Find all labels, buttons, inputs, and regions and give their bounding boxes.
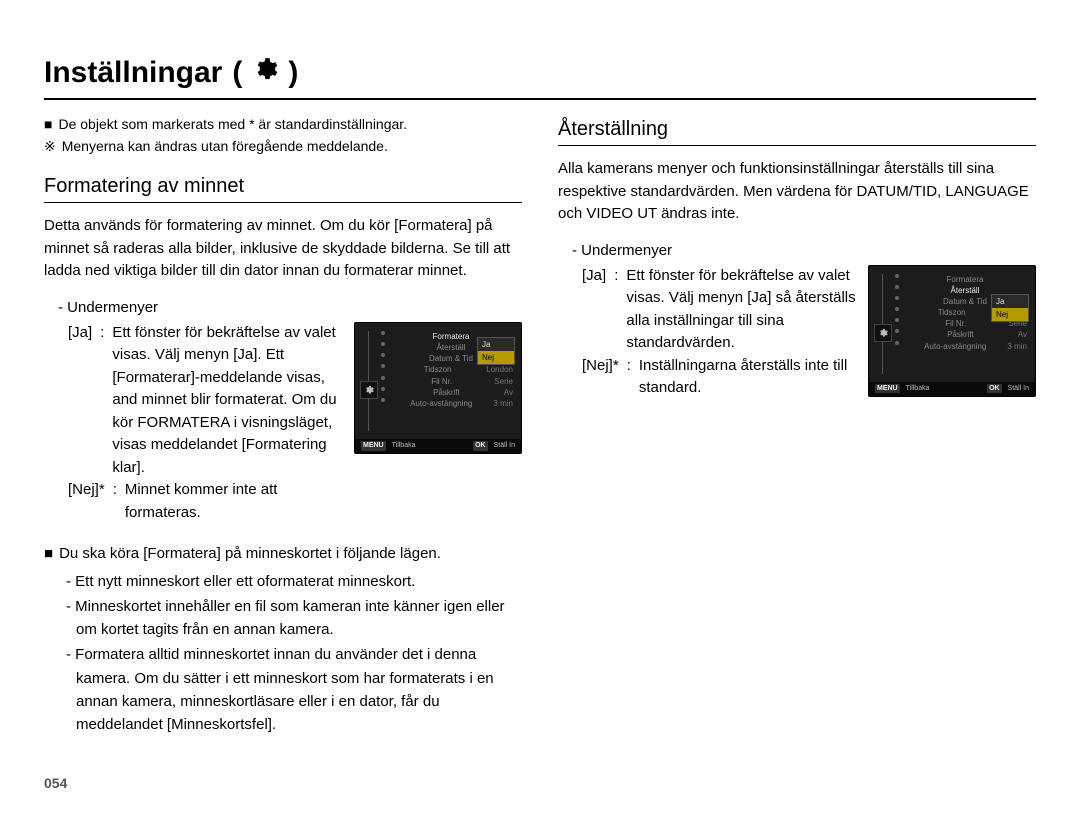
manual-page: Inställningar ( ) ■ De objekt som marker… xyxy=(0,0,1080,815)
lcd-menu-item: Fil Nr.Serie xyxy=(381,376,513,387)
submenu-and-lcd-right: [Ja] : Ett fönster för bekräftelse av va… xyxy=(558,265,1036,400)
ok-button-tag: OK xyxy=(987,384,1002,394)
section-rule xyxy=(44,202,522,203)
popup-option-nej: Nej xyxy=(992,308,1028,321)
section-heading-reset: Återställning xyxy=(558,118,1036,141)
reference-mark-icon: ※ xyxy=(44,136,56,158)
submenu-label: - Undermenyer xyxy=(58,299,522,316)
gear-icon xyxy=(360,381,378,399)
title-text: Inställningar xyxy=(44,56,222,90)
lcd-menu-item: Formatera xyxy=(895,274,1027,285)
popup-option-nej: Nej xyxy=(478,351,514,364)
section-rule xyxy=(558,145,1036,146)
footer-back: Tillbaka xyxy=(392,441,416,451)
lcd-confirm-popup: Ja Nej xyxy=(477,337,515,365)
cases-list: - Ett nytt minneskort eller ett oformate… xyxy=(66,570,522,737)
camera-lcd-reset: FormateraÅterställDatum & TidTidszonLond… xyxy=(868,265,1036,397)
reset-intro: Alla kamerans menyer och funktionsinstäl… xyxy=(558,158,1036,226)
colon: : xyxy=(627,355,631,400)
popup-option-ja: Ja xyxy=(992,295,1028,308)
lcd-menu-item: Auto-avstängning3 min xyxy=(381,398,513,409)
format-intro: Detta används för formatering av minnet.… xyxy=(44,215,522,283)
lcd-menu-item: PåskriftAv xyxy=(895,329,1027,340)
square-bullet-icon: ■ xyxy=(44,542,53,565)
popup-option-ja: Ja xyxy=(478,338,514,351)
lcd-confirm-popup: Ja Nej xyxy=(991,294,1029,322)
colon: : xyxy=(113,479,117,524)
option-text-nej: Inställningarna återställs inte till sta… xyxy=(639,355,858,400)
ok-button-tag: OK xyxy=(473,441,488,451)
submenu-ja: [Ja] : Ett fönster för bekräftelse av va… xyxy=(68,322,344,480)
cases-lead: ■ Du ska köra [Formatera] på minneskorte… xyxy=(44,542,522,565)
note-text-1: De objekt som markerats med * är standar… xyxy=(58,114,407,136)
cases-lead-text: Du ska köra [Formatera] på minneskortet … xyxy=(59,542,441,565)
list-item: - Minneskortet innehåller en fil som kam… xyxy=(66,595,522,642)
option-key-ja: [Ja] xyxy=(582,265,606,355)
two-column-layout: ■ De objekt som markerats med * är stand… xyxy=(44,114,1036,738)
submenu-text: [Ja] : Ett fönster för bekräftelse av va… xyxy=(558,265,858,400)
colon: : xyxy=(614,265,618,355)
page-number: 054 xyxy=(44,775,67,791)
footer-set: Ställ In xyxy=(494,441,515,451)
submenu-and-lcd: [Ja] : Ett fönster för bekräftelse av va… xyxy=(44,322,522,525)
gear-icon xyxy=(252,56,278,90)
right-column: Återställning Alla kamerans menyer och f… xyxy=(558,114,1036,738)
option-key-nej: [Nej]* xyxy=(68,479,105,524)
option-key-ja: [Ja] xyxy=(68,322,92,480)
lcd-menu-item: TidszonLondon xyxy=(381,364,513,375)
option-text-ja: Ett fönster för bekräftelse av valet vis… xyxy=(112,322,344,480)
format-cases: ■ Du ska köra [Formatera] på minneskorte… xyxy=(44,542,522,736)
lcd-menu-item: Auto-avstängning3 min xyxy=(895,341,1027,352)
footer-back: Tillbaka xyxy=(906,384,930,394)
option-text-nej: Minnet kommer inte att formateras. xyxy=(125,479,344,524)
submenu-text: [Ja] : Ett fönster för bekräftelse av va… xyxy=(44,322,344,525)
submenu-nej: [Nej]* : Inställningarna återställs inte… xyxy=(582,355,858,400)
submenu-nej: [Nej]* : Minnet kommer inte att formater… xyxy=(68,479,344,524)
list-item: - Formatera alltid minneskortet innan du… xyxy=(66,643,522,736)
page-title: Inställningar ( ) xyxy=(44,56,1036,90)
menu-button-tag: MENU xyxy=(875,384,900,394)
section-heading-format: Formatering av minnet xyxy=(44,175,522,198)
lcd-footer: MENU Tillbaka OK Ställ In xyxy=(869,382,1035,396)
notes-block: ■ De objekt som markerats med * är stand… xyxy=(44,114,522,157)
left-column: ■ De objekt som markerats med * är stand… xyxy=(44,114,522,738)
colon: : xyxy=(100,322,104,480)
note-text-2: Menyerna kan ändras utan föregående medd… xyxy=(62,136,388,158)
paren-open: ( xyxy=(232,56,242,90)
option-key-nej: [Nej]* xyxy=(582,355,619,400)
camera-lcd-format: FormateraÅterställDatum & TidTidszonLond… xyxy=(354,322,522,454)
note-line-2: ※ Menyerna kan ändras utan föregående me… xyxy=(44,136,522,158)
submenu-label: - Undermenyer xyxy=(572,242,1036,259)
square-bullet-icon: ■ xyxy=(44,114,52,136)
note-line-1: ■ De objekt som markerats med * är stand… xyxy=(44,114,522,136)
submenu-ja: [Ja] : Ett fönster för bekräftelse av va… xyxy=(582,265,858,355)
menu-button-tag: MENU xyxy=(361,441,386,451)
option-text-ja: Ett fönster för bekräftelse av valet vis… xyxy=(626,265,858,355)
lcd-menu-item: PåskriftAv xyxy=(381,387,513,398)
footer-set: Ställ In xyxy=(1008,384,1029,394)
list-item: - Ett nytt minneskort eller ett oformate… xyxy=(66,570,522,593)
lcd-footer: MENU Tillbaka OK Ställ In xyxy=(355,439,521,453)
title-rule xyxy=(44,98,1036,100)
paren-close: ) xyxy=(288,56,298,90)
gear-icon xyxy=(874,324,892,342)
